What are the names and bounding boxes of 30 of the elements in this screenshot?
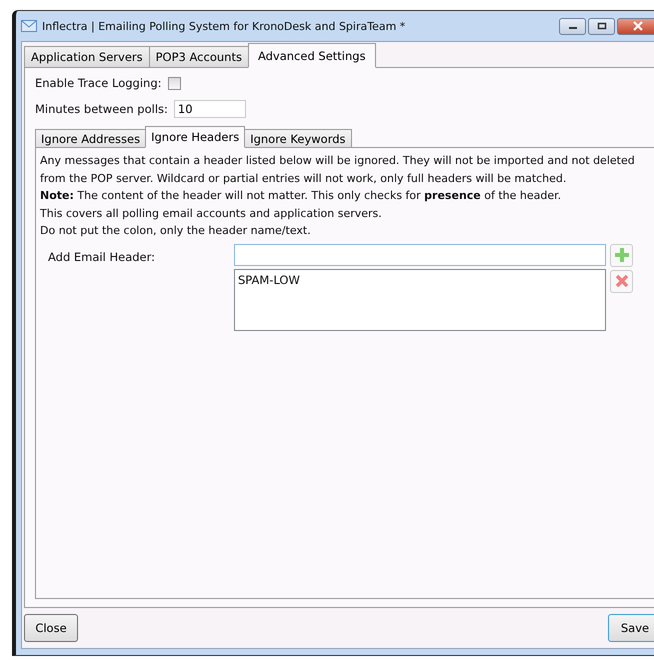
maximize-icon [596,22,606,30]
trace-logging-label: Enable Trace Logging: [35,76,162,90]
save-button[interactable]: Save [608,614,654,642]
description-text: Do not put the colon, only the header name/text. [40,223,312,239]
envelope-icon [21,20,37,32]
add-button[interactable] [610,244,633,266]
tab[interactable]: Ignore Keywords [244,129,352,148]
tab[interactable]: Ignore Headers [145,126,246,148]
tab[interactable]: Ignore Addresses [35,129,146,148]
tab[interactable]: POP3 Accounts [148,46,249,68]
description-text: This covers all polling email accounts and application servers. [40,206,383,222]
delete-button[interactable] [610,270,633,292]
close-button[interactable] [617,18,654,34]
minutes-label: Minutes between polls: [35,102,168,116]
minimize-button[interactable] [559,18,586,34]
list-item[interactable]: SPAM-LOW [238,272,602,286]
checkbox[interactable] [168,76,180,90]
description-text: Any messages that contain a header listed below will be ignored. They will not be imported and not deleted from the POP server. Wildcard or partial entries will not work, only full headers will be matched. [40,153,636,186]
header-input-field[interactable] [234,244,606,266]
window-title: Inflectra | Emailing Polling System for KronoDesk and SpiraTeam * [42,20,406,32]
plus-icon [614,248,628,262]
close-dialog-button[interactable]: Close [24,614,78,642]
description-text: Note: The content of the header will not matter. This only checks for presence of the header. [40,188,562,204]
tab[interactable]: Application Servers [24,46,150,68]
cross-icon [614,274,628,288]
minutes-field[interactable]: 10 [174,100,246,118]
maximize-button[interactable] [588,18,615,34]
tab[interactable]: Advanced Settings [248,43,376,68]
close-icon [632,21,644,31]
add-header-label: Add Email Header: [47,248,156,266]
